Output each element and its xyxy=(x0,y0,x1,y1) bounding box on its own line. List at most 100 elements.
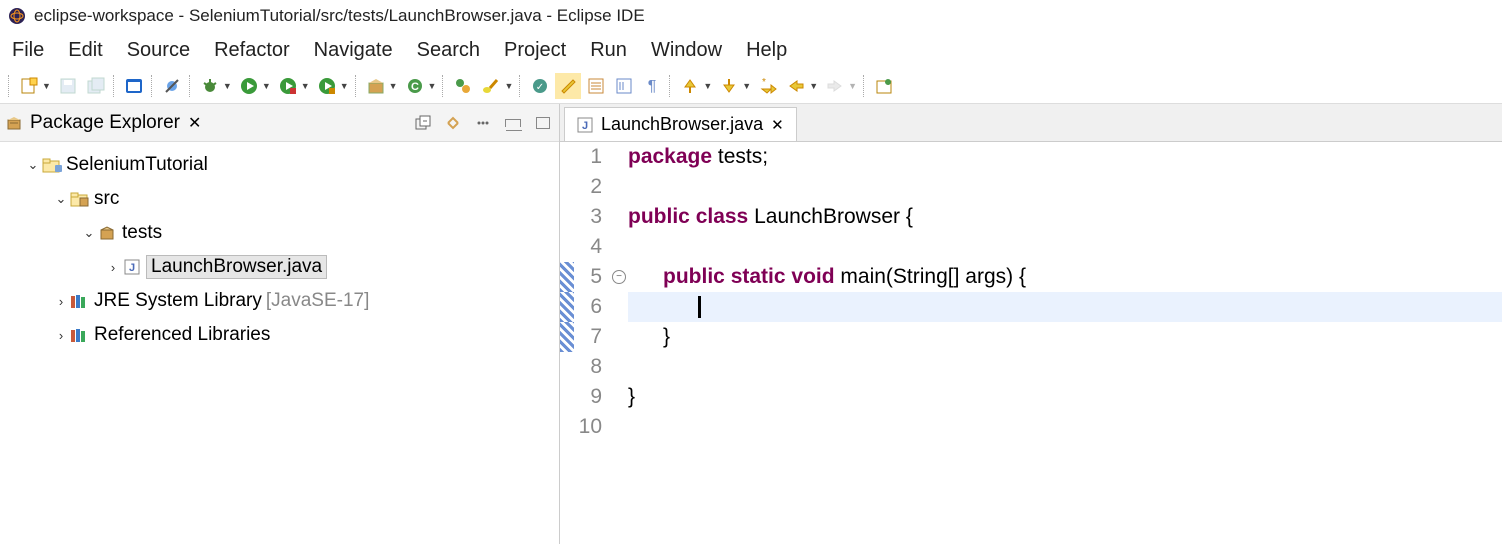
coverage-button[interactable] xyxy=(275,73,301,99)
menu-source[interactable]: Source xyxy=(127,39,190,62)
prev-annotation-dropdown-icon[interactable]: ▼ xyxy=(703,81,712,91)
last-edit-button[interactable]: * xyxy=(755,73,781,99)
code-line: } xyxy=(628,322,1502,352)
editor-tabs: J LaunchBrowser.java ✕ xyxy=(560,104,1502,142)
pilcrow-button[interactable]: ¶ xyxy=(639,73,665,99)
new-button[interactable] xyxy=(16,73,42,99)
run-button[interactable] xyxy=(236,73,262,99)
back-button[interactable] xyxy=(783,73,809,99)
prev-annotation-button[interactable] xyxy=(677,73,703,99)
twisty-open-icon[interactable]: ⌄ xyxy=(80,225,98,241)
toggle-block-button[interactable] xyxy=(583,73,609,99)
svg-text:✓: ✓ xyxy=(536,82,544,93)
editor-body[interactable]: 1 2 3 4 5 6 7 8 9 10 − package tests; pu… xyxy=(560,142,1502,544)
line-number: 2 xyxy=(574,172,602,202)
line-number: 9 xyxy=(574,382,602,412)
toolbar-separator xyxy=(442,75,446,97)
next-annotation-button[interactable] xyxy=(716,73,742,99)
code-line: } xyxy=(628,382,1502,412)
editor-tab-active[interactable]: J LaunchBrowser.java ✕ xyxy=(564,107,797,141)
coverage-dropdown-icon[interactable]: ▼ xyxy=(301,81,310,91)
run-last-button[interactable] xyxy=(314,73,340,99)
view-menu-icon[interactable] xyxy=(473,113,493,133)
search-button[interactable] xyxy=(478,73,504,99)
show-whitespace-button[interactable] xyxy=(611,73,637,99)
forward-button[interactable] xyxy=(822,73,848,99)
new-package-dropdown-icon[interactable]: ▼ xyxy=(389,81,398,91)
new-class-dropdown-icon[interactable]: ▼ xyxy=(428,81,437,91)
svg-text:*: * xyxy=(762,77,766,88)
twisty-closed-icon[interactable]: › xyxy=(52,294,70,309)
code-area[interactable]: package tests; public class LaunchBrowse… xyxy=(628,142,1502,544)
tree-jre-library[interactable]: › JRE System Library [JavaSE-17] xyxy=(4,284,555,318)
code-line xyxy=(628,172,1502,202)
menu-navigate[interactable]: Navigate xyxy=(314,39,393,62)
new-dropdown-icon[interactable]: ▼ xyxy=(42,81,51,91)
next-annotation-dropdown-icon[interactable]: ▼ xyxy=(742,81,751,91)
code-line xyxy=(628,412,1502,442)
back-dropdown-icon[interactable]: ▼ xyxy=(809,81,818,91)
window-title: eclipse-workspace - SeleniumTutorial/src… xyxy=(34,6,645,26)
terminal-button[interactable] xyxy=(121,73,147,99)
new-java-package-button[interactable] xyxy=(363,73,389,99)
code-line: public class LaunchBrowser { xyxy=(628,202,1502,232)
twisty-open-icon[interactable]: ⌄ xyxy=(52,191,70,207)
text-cursor xyxy=(698,296,701,318)
search-dropdown-icon[interactable]: ▼ xyxy=(504,81,513,91)
package-explorer-title: Package Explorer xyxy=(30,112,180,134)
menu-project[interactable]: Project xyxy=(504,39,566,62)
twisty-closed-icon[interactable]: › xyxy=(52,328,70,343)
package-explorer-header: Package Explorer ✕ xyxy=(0,104,559,142)
title-bar: eclipse-workspace - SeleniumTutorial/src… xyxy=(0,0,1502,32)
menu-run[interactable]: Run xyxy=(590,39,627,62)
main-container: Package Explorer ✕ ⌄ SeleniumTutorial ⌄ … xyxy=(0,104,1502,544)
run-dropdown-icon[interactable]: ▼ xyxy=(262,81,271,91)
twisty-closed-icon[interactable]: › xyxy=(104,260,122,275)
menu-file[interactable]: File xyxy=(12,39,44,62)
tree-package-label: tests xyxy=(122,222,162,244)
line-number: 7 xyxy=(574,322,602,352)
save-all-button[interactable] xyxy=(83,73,109,99)
twisty-open-icon[interactable]: ⌄ xyxy=(24,157,42,173)
package-icon xyxy=(98,224,118,242)
link-editor-icon[interactable] xyxy=(443,113,463,133)
new-java-class-button[interactable]: C xyxy=(402,73,428,99)
menu-window[interactable]: Window xyxy=(651,39,722,62)
main-toolbar: ▼ ▼ ▼ ▼ ▼ ▼ C ▼ ▼ ✓ ¶ ▼ ▼ * ▼ ▼ xyxy=(0,68,1502,104)
close-view-icon[interactable]: ✕ xyxy=(188,113,201,133)
tree-project-label: SeleniumTutorial xyxy=(66,154,208,176)
tree-referenced-libraries[interactable]: › Referenced Libraries xyxy=(4,318,555,352)
forward-dropdown-icon[interactable]: ▼ xyxy=(848,81,857,91)
package-explorer-tree[interactable]: ⌄ SeleniumTutorial ⌄ src ⌄ tests › J Lau… xyxy=(0,142,559,544)
collapse-all-icon[interactable] xyxy=(413,113,433,133)
tree-src-folder[interactable]: ⌄ src xyxy=(4,182,555,216)
run-last-dropdown-icon[interactable]: ▼ xyxy=(340,81,349,91)
tree-package[interactable]: ⌄ tests xyxy=(4,216,555,250)
tree-java-file[interactable]: › J LaunchBrowser.java xyxy=(4,250,555,284)
menu-edit[interactable]: Edit xyxy=(68,39,102,62)
fold-toggle-icon[interactable]: − xyxy=(612,270,626,284)
code-line: package tests; xyxy=(628,142,1502,172)
minimize-view-icon[interactable] xyxy=(503,113,523,133)
project-icon xyxy=(42,156,62,174)
debug-button[interactable] xyxy=(197,73,223,99)
menu-refactor[interactable]: Refactor xyxy=(214,39,290,62)
java-file-icon: J xyxy=(122,258,142,276)
open-type-button[interactable] xyxy=(450,73,476,99)
line-number: 10 xyxy=(574,412,602,442)
library-icon xyxy=(70,292,90,310)
debug-dropdown-icon[interactable]: ▼ xyxy=(223,81,232,91)
open-task-button[interactable]: ✓ xyxy=(527,73,553,99)
package-explorer-icon xyxy=(6,114,24,132)
pin-editor-button[interactable] xyxy=(871,73,897,99)
menu-help[interactable]: Help xyxy=(746,39,787,62)
editor-pane: J LaunchBrowser.java ✕ 1 2 3 4 5 6 7 8 9 xyxy=(560,104,1502,544)
tree-project[interactable]: ⌄ SeleniumTutorial xyxy=(4,148,555,182)
menu-search[interactable]: Search xyxy=(417,39,480,62)
toggle-mark-button[interactable] xyxy=(555,73,581,99)
maximize-view-icon[interactable] xyxy=(533,113,553,133)
skip-breakpoints-button[interactable] xyxy=(159,73,185,99)
close-tab-icon[interactable]: ✕ xyxy=(771,116,784,134)
save-button[interactable] xyxy=(55,73,81,99)
toolbar-separator xyxy=(151,75,155,97)
